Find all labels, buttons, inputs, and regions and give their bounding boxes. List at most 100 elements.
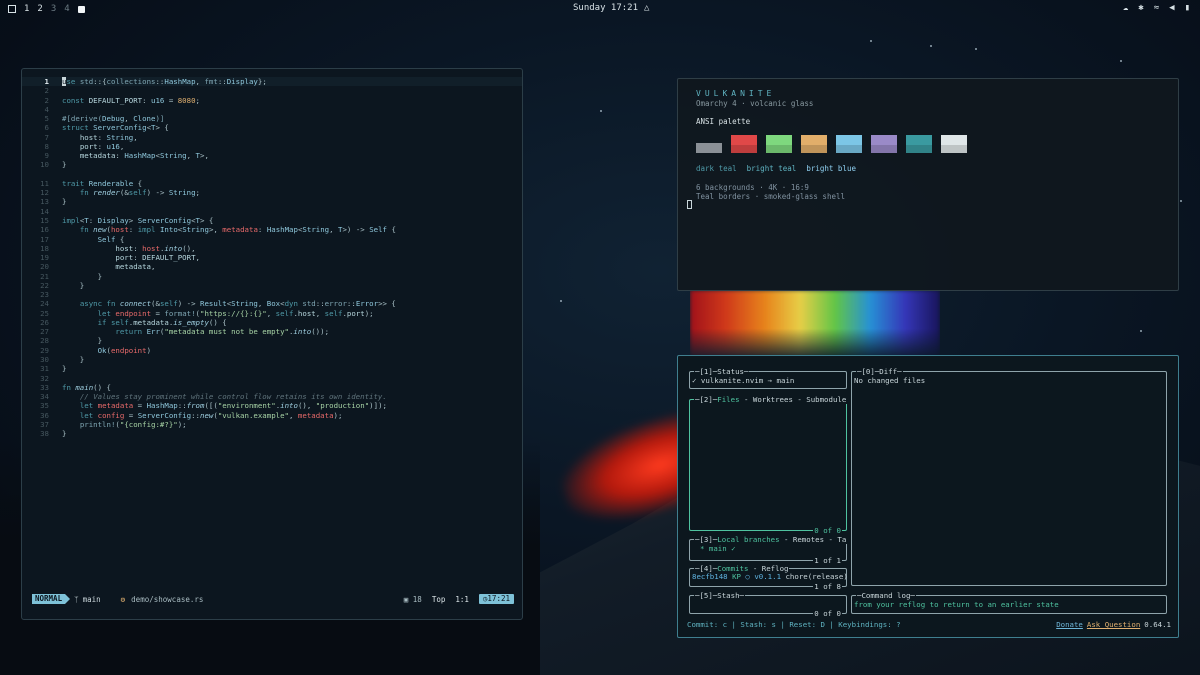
line-number: 4 (44, 104, 49, 114)
commits-count: 1 of 8 (813, 582, 842, 591)
code-line[interactable]: 24 async fn connect(&self) -> Result<Str… (22, 299, 522, 308)
line-number: 33 (40, 382, 49, 392)
code-line[interactable]: 5 #[derive(Debug, Clone)] (22, 114, 522, 123)
menu-icon[interactable] (8, 5, 16, 13)
code-line[interactable]: 26 if self.metadata.is_empty() { (22, 318, 522, 327)
code-line[interactable]: 36 let config = ServerConfig::new("vulka… (22, 411, 522, 420)
code-line[interactable]: 23 (22, 290, 522, 299)
line-number: 29 (40, 345, 49, 355)
code-line[interactable]: 2 const DEFAULT_PORT: u16 = 8080; (22, 96, 522, 105)
code-line[interactable]: 9 metadata: HashMap<String, T>, (22, 151, 522, 160)
status-panel-body: ✓ vulkanite.nvim → main (692, 376, 795, 385)
time-pill: ◷17:21 (478, 594, 514, 604)
footer-right: Donate Ask Question 0.64.1 (1056, 620, 1171, 629)
line-number: 2 (44, 86, 49, 96)
line-text: let metadata = HashMap::from([("environm… (79, 401, 387, 411)
code-line[interactable]: 11 trait Renderable { (22, 179, 522, 188)
status-panel[interactable]: ─[1]─Status─ ✓ vulkanite.nvim → main (689, 367, 847, 389)
workspace-2[interactable]: 2 (37, 4, 42, 14)
lazygit-window[interactable]: ─[1]─Status─ ✓ vulkanite.nvim → main ─[2… (677, 355, 1179, 638)
line-number: 19 (40, 253, 49, 263)
vulkanite-terminal[interactable]: VULKANITE Omarchy 4 · volcanic glass ANS… (677, 78, 1179, 291)
line-number: 1 (44, 77, 49, 86)
code-line[interactable]: 33 fn main() { (22, 383, 522, 392)
code-line[interactable]: 18 host: host.into(), (22, 244, 522, 253)
battery-icon[interactable]: ▮ (1185, 3, 1190, 13)
code-line[interactable]: 20 metadata, (22, 262, 522, 271)
volume-icon[interactable]: ◀ (1169, 3, 1174, 13)
line-number: 26 (40, 317, 49, 327)
commit-author: KP (732, 572, 741, 581)
code-line[interactable]: 4 (22, 105, 522, 114)
workspace-4[interactable]: 4 (64, 4, 69, 14)
ask-question-link[interactable]: Ask Question (1087, 620, 1140, 629)
code-line[interactable]: 15 impl<T: Display> ServerConfig<T> { (22, 216, 522, 225)
code-line[interactable]: 1 use std::{collections::HashMap, fmt::Di… (22, 77, 522, 87)
code-line[interactable]: 30 } (22, 355, 522, 364)
code-line[interactable]: 13} (22, 197, 522, 206)
active-workspace-indicator[interactable] (77, 5, 85, 13)
line-text: metadata: HashMap<String, T>, (79, 151, 209, 161)
code-line[interactable]: 38} (22, 429, 522, 438)
code-line[interactable]: 8 port: u16, (22, 142, 522, 151)
code-line[interactable]: 14 (22, 207, 522, 216)
line-number: 2 (44, 95, 49, 105)
wifi-icon[interactable]: ≈ (1154, 3, 1159, 13)
code-line[interactable]: 34 // Values stay prominent while contro… (22, 392, 522, 401)
code-line[interactable]: 27 return Err("metadata must not be empt… (22, 327, 522, 336)
code-line[interactable]: 2 (22, 86, 522, 95)
mode-separator (65, 594, 71, 604)
branch-row[interactable]: * main ✓ (700, 544, 736, 553)
line-text: } (62, 197, 67, 207)
code-line[interactable]: 32 (22, 374, 522, 383)
files-tab[interactable]: Files (717, 395, 739, 404)
bluetooth-icon[interactable]: ✱ (1138, 3, 1143, 13)
cloud-icon[interactable]: ☁ (1123, 3, 1128, 13)
status-panel-num: [1] (699, 367, 713, 376)
branches-other-tabs[interactable]: - Remotes - Ta (780, 535, 846, 544)
cursor-position: 1:1 (455, 594, 469, 604)
meta-borders: Teal borders · smoked-glass shell (696, 192, 846, 201)
code-line[interactable]: 31} (22, 364, 522, 373)
branches-count: 1 of 1 (813, 556, 842, 565)
code-line[interactable]: 21 } (22, 272, 522, 281)
clock[interactable]: Sunday 17:21 △ (573, 3, 649, 13)
workspace-3[interactable]: 3 (51, 4, 56, 14)
workspace-1[interactable]: 1 (24, 4, 29, 14)
local-branches-tab[interactable]: Local branches (717, 535, 779, 544)
neovim-window[interactable]: 1 use std::{collections::HashMap, fmt::Di… (21, 68, 523, 620)
code-buffer[interactable]: 1 use std::{collections::HashMap, fmt::Di… (22, 77, 522, 438)
stash-panel[interactable]: ─[5]─Stash─ 0 of 0 (689, 591, 847, 618)
files-panel-num: [2] (699, 395, 713, 404)
code-line[interactable] (22, 170, 522, 179)
line-text: } (62, 336, 103, 346)
code-line[interactable]: 19 port: DEFAULT_PORT, (22, 253, 522, 262)
commit-row[interactable]: 8ecfb148 KP ○ v0.1.1 chore(release) (692, 572, 848, 581)
code-line[interactable]: 16 fn new(host: impl Into<String>, metad… (22, 225, 522, 234)
code-line[interactable]: 7 host: String, (22, 133, 522, 142)
line-text (49, 86, 62, 95)
files-panel[interactable]: ─[2]─Files - Worktrees - Submodule 0 of … (689, 395, 848, 535)
meta-backgrounds: 6 backgrounds · 4K · 16:9 (696, 183, 809, 192)
files-panel-title: ─[2]─Files - Worktrees - Submodule (694, 395, 848, 404)
diff-panel[interactable]: ─[0]─Diff─ No changed files (851, 367, 1167, 586)
code-line[interactable]: 35 let metadata = HashMap::from([("envir… (22, 401, 522, 410)
files-other-tabs[interactable]: - Worktrees - Submodule (740, 395, 846, 404)
code-line[interactable]: 29 Ok(endpoint) (22, 346, 522, 355)
donate-link[interactable]: Donate (1056, 620, 1083, 629)
code-line[interactable]: 37 println!("{config:#?}"); (22, 420, 522, 429)
commits-panel[interactable]: ─[4]─Commits - Reflog 8ecfb148 KP ○ v0.1… (689, 564, 848, 591)
line-text: host: host.into(), (115, 243, 196, 253)
command-log-panel[interactable]: ─Command log─ from your reflog to return… (851, 591, 1167, 614)
code-line[interactable]: 22 } (22, 281, 522, 290)
code-line[interactable]: 12 fn render(&self) -> String; (22, 188, 522, 197)
code-line[interactable]: 10} (22, 160, 522, 169)
line-text: } (62, 280, 85, 290)
code-line[interactable]: 28 } (22, 336, 522, 345)
code-line[interactable]: 17 Self { (22, 235, 522, 244)
code-line[interactable]: 6 struct ServerConfig<T> { (22, 123, 522, 132)
star (870, 40, 872, 42)
code-line[interactable]: 25 let endpoint = format!("https://{}:{}… (22, 309, 522, 318)
branches-panel[interactable]: ─[3]─Local branches - Remotes - Ta * mai… (689, 535, 848, 565)
line-number: 16 (40, 225, 49, 235)
